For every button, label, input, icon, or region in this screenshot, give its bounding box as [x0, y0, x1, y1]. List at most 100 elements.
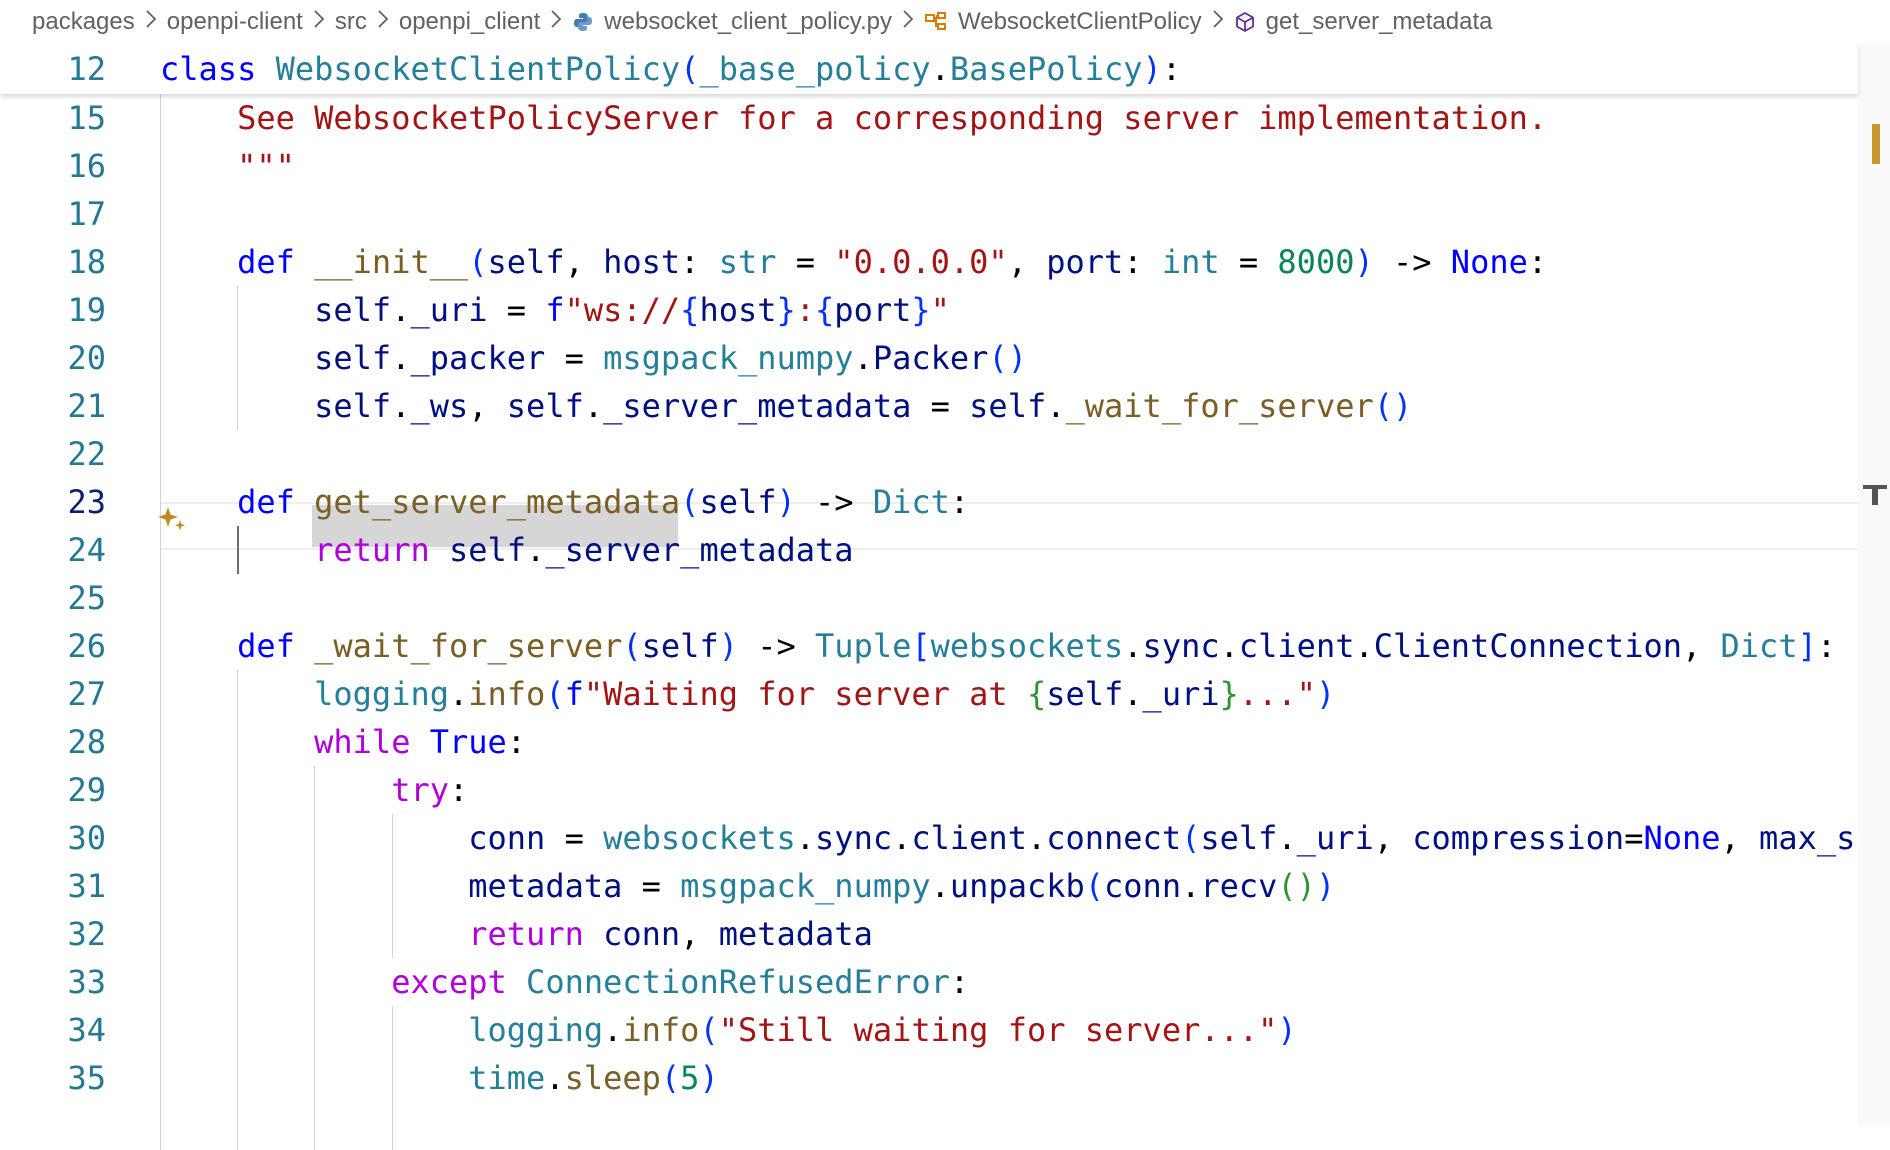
breadcrumb: packages openpi-client src openpi_client web…	[0, 0, 1858, 44]
chevron-right-icon	[550, 9, 562, 35]
breadcrumb-item[interactable]: src	[335, 8, 367, 36]
code-token: int	[1161, 243, 1220, 281]
code-token: [	[911, 627, 931, 665]
code-line[interactable]: 29 try:	[0, 766, 1858, 814]
chevron-right-icon	[377, 9, 389, 35]
line-number: 34	[67, 1011, 106, 1049]
code-line[interactable]: 19 self._uri = f"ws://{host}:{port}"	[0, 286, 1858, 334]
code-text: See WebsocketPolicyServer for a correspo…	[160, 94, 1547, 142]
code-token: =	[911, 387, 970, 425]
breadcrumb-item[interactable]: openpi-client	[167, 8, 303, 36]
code-token: None	[1450, 243, 1528, 281]
chevron-right-icon	[1212, 9, 1224, 35]
code-token: .	[391, 387, 411, 425]
code-token: "Waiting for server at	[583, 675, 1027, 713]
code-line[interactable]: 33 except ConnectionRefusedError:	[0, 958, 1858, 1006]
code-token: client	[1238, 627, 1355, 665]
line-number: 25	[67, 579, 106, 617]
code-line[interactable]: 22	[0, 430, 1858, 478]
code-line[interactable]: 21 self._ws, self._server_metadata = sel…	[0, 382, 1858, 430]
code-line[interactable]: 23 def get_server_metadata(self) -> Dict…	[0, 478, 1858, 526]
code-line[interactable]: 27 logging.info(f"Waiting for server at …	[0, 670, 1858, 718]
code-text: except ConnectionRefusedError:	[160, 958, 969, 1006]
code-text: """	[160, 142, 295, 190]
breadcrumb-item[interactable]: packages	[32, 8, 135, 36]
code-token: }	[1219, 675, 1239, 713]
code-token: _uri	[1296, 819, 1374, 857]
code-token: "	[930, 291, 950, 329]
code-line[interactable]: 25	[0, 574, 1858, 622]
code-line[interactable]: 18 def __init__(self, host: str = "0.0.0…	[0, 238, 1858, 286]
breadcrumb-label: src	[334, 8, 367, 35]
code-line[interactable]: 20 self._packer = msgpack_numpy.Packer()	[0, 334, 1858, 382]
code-token: f	[564, 675, 584, 713]
code-token: _server_metadata	[603, 387, 912, 425]
breadcrumb-label: packages	[32, 8, 135, 35]
class-symbol-icon	[924, 11, 948, 33]
code-token: time	[468, 1059, 546, 1097]
sparkle-icon[interactable]	[158, 504, 188, 534]
line-number: 17	[67, 195, 106, 233]
code-line[interactable]: 31 metadata = msgpack_numpy.unpackb(conn…	[0, 862, 1858, 910]
code-token: }	[776, 291, 796, 329]
code-token: ,	[1681, 627, 1721, 665]
code-token: msgpack_numpy	[603, 339, 854, 377]
code-token: .	[391, 291, 411, 329]
line-number: 22	[67, 435, 106, 473]
code-token: _wait_for_server	[1065, 387, 1374, 425]
code-token: .	[603, 1011, 623, 1049]
code-line[interactable]: 24 return self._server_metadata	[0, 526, 1858, 574]
code-token: )	[1315, 867, 1336, 905]
code-token: port	[834, 291, 912, 329]
code-line[interactable]: 35 time.sleep(5)	[0, 1054, 1858, 1102]
code-line[interactable]: 28 while True:	[0, 718, 1858, 766]
code-text: self._packer = msgpack_numpy.Packer()	[160, 334, 1027, 382]
overview-ruler-mark	[1872, 124, 1880, 164]
code-token: except	[391, 963, 507, 1001]
code-token: "0.0.0.0"	[834, 243, 1008, 281]
code-text: self._ws, self._server_metadata = self._…	[160, 382, 1412, 430]
code-token: 8000	[1277, 243, 1355, 281]
code-token: ,	[1720, 819, 1760, 857]
code-token: =	[545, 819, 604, 857]
code-token: .	[526, 531, 546, 569]
code-token: Dict	[1720, 627, 1798, 665]
code-token: host	[603, 243, 681, 281]
sticky-scroll-header[interactable]: 12 class WebsocketClientPolicy(_base_pol…	[0, 44, 1858, 94]
code-token: self	[1046, 675, 1124, 713]
code-token: {	[680, 291, 700, 329]
breadcrumb-item[interactable]: WebsocketClientPolicy	[924, 8, 1202, 36]
line-number: 27	[67, 675, 106, 713]
code-text: logging.info(f"Waiting for server at {se…	[160, 670, 1335, 718]
code-line[interactable]: 30 conn = websockets.sync.client.connect…	[0, 814, 1890, 862]
code-token: ]	[1797, 627, 1817, 665]
code-token: ->	[795, 483, 873, 521]
code-token: (	[699, 1011, 719, 1049]
code-token: :	[1527, 243, 1548, 281]
sticky-code-line[interactable]: class WebsocketClientPolicy(_base_policy…	[160, 45, 1181, 93]
code-line[interactable]: 16 """	[0, 142, 1858, 190]
breadcrumb-item[interactable]: openpi_client	[399, 8, 540, 36]
code-token: conn	[1104, 867, 1182, 905]
code-line[interactable]: 34 logging.info("Still waiting for serve…	[0, 1006, 1858, 1054]
breadcrumb-item[interactable]: get_server_metadata	[1234, 8, 1492, 36]
breadcrumb-label: websocket_client_policy.py	[604, 8, 893, 35]
cursor-position-icon	[1863, 485, 1887, 505]
code-token: f	[545, 291, 565, 329]
code-text: logging.info("Still waiting for server..…	[160, 1006, 1296, 1054]
code-token: :	[949, 483, 970, 521]
vertical-scrollbar[interactable]	[1858, 44, 1890, 1126]
code-line[interactable]: 15 See WebsocketPolicyServer for a corre…	[0, 94, 1858, 142]
method-symbol-icon	[1234, 11, 1256, 33]
code-line[interactable]: 17	[0, 190, 1858, 238]
code-line[interactable]: 26 def _wait_for_server(self) -> Tuple[w…	[0, 622, 1858, 670]
breadcrumb-item[interactable]: websocket_client_policy.py	[572, 8, 892, 36]
code-line[interactable]: 32 return conn, metadata	[0, 910, 1858, 958]
code-token: ->	[737, 627, 816, 665]
